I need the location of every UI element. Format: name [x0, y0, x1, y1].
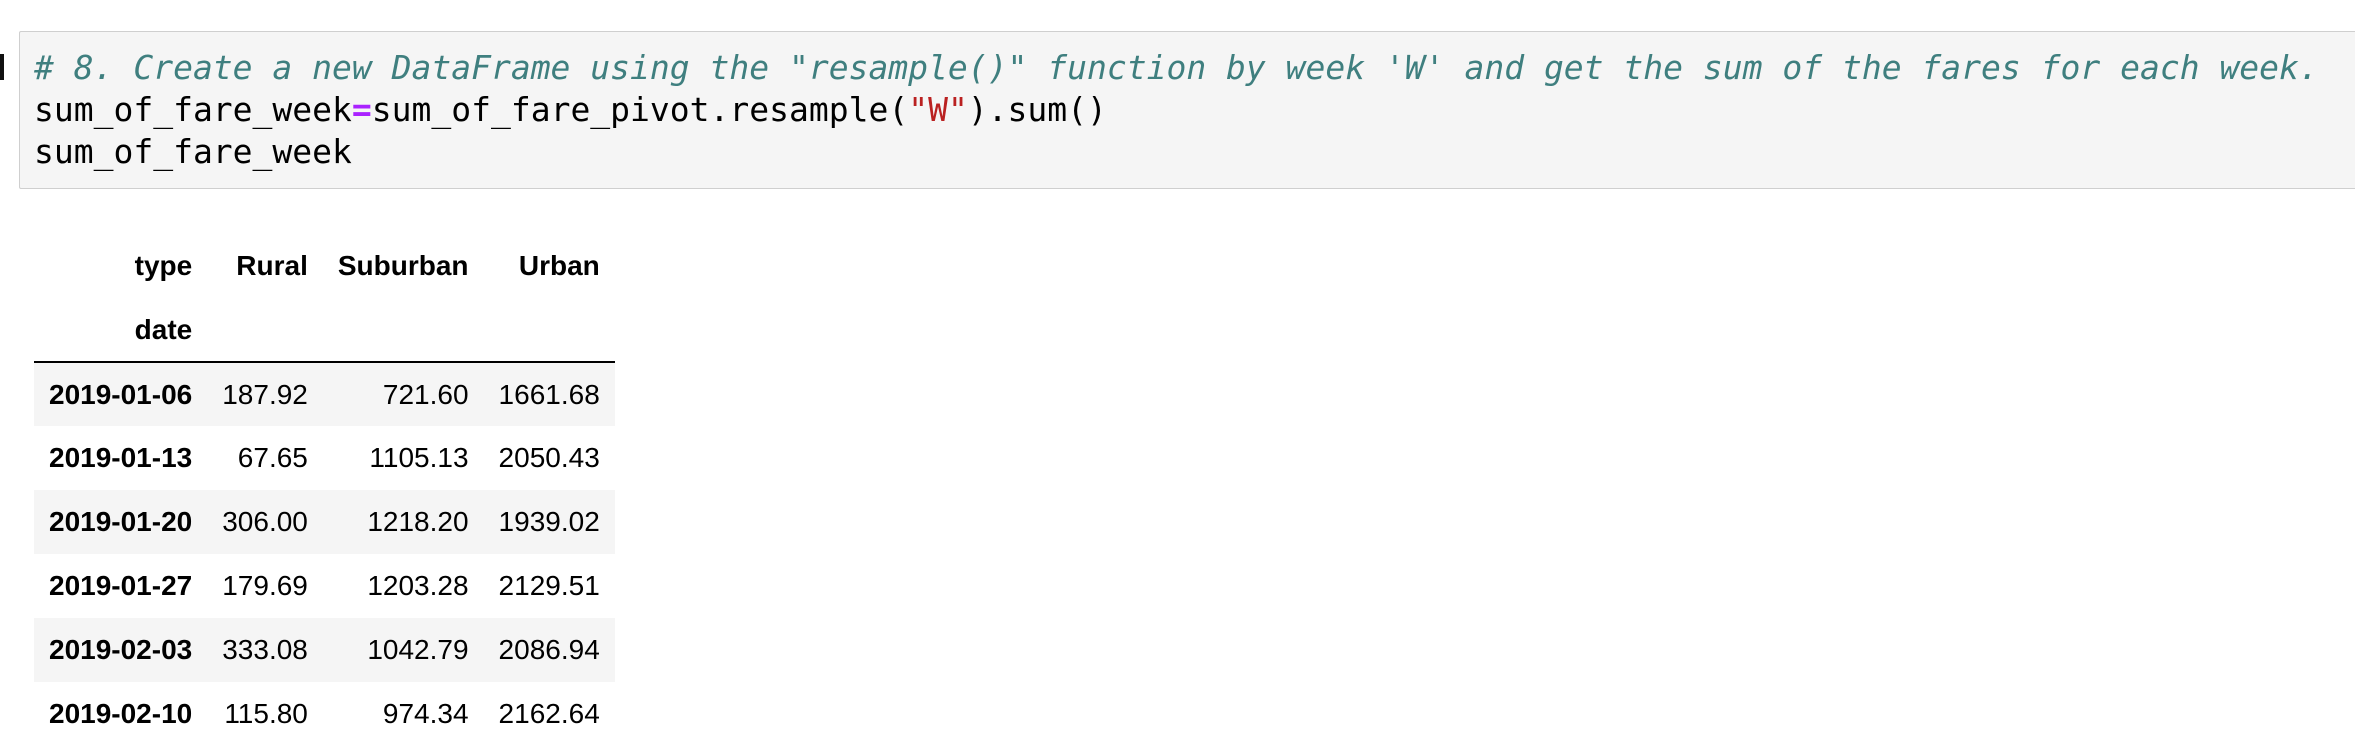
code-line-3: sum_of_fare_week [34, 132, 352, 171]
cell-urban: 2162.64 [498, 698, 600, 729]
columns-name-header: type [134, 250, 193, 281]
cell-suburban: 721.60 [382, 378, 469, 410]
row-index-date: 2019-01-27 [49, 570, 193, 601]
cell-suburban: 1203.28 [367, 570, 469, 601]
cell-suburban: 1042.79 [367, 634, 469, 665]
code-line-1: # 8. Create a new DataFrame using the "r… [34, 47, 2319, 89]
code-comment: # 8. Create a new DataFrame using the "r… [34, 48, 2319, 87]
column-header-row: type Rural Suburban Urban [34, 234, 615, 298]
code-expression-prefix: sum_of_fare_pivot.resample( [371, 90, 909, 129]
code-string-literal: "W" [908, 90, 968, 129]
cell-urban: 2050.43 [498, 442, 600, 473]
row-index-date: 2019-01-20 [49, 506, 193, 537]
row-index-date: 2019-02-10 [49, 698, 193, 729]
column-header-rural: Rural [236, 250, 308, 281]
code-expression-suffix: ).sum() [967, 90, 1107, 129]
code-line-2: sum_of_fare_week=sum_of_fare_pivot.resam… [34, 89, 2319, 131]
cell-rural: 67.65 [237, 442, 308, 473]
cell-urban: 2129.51 [498, 570, 600, 601]
cell-selection-indicator [0, 54, 4, 80]
code-variable: sum_of_fare_week [34, 90, 352, 129]
cell-rural: 179.69 [222, 570, 308, 601]
cell-rural: 115.80 [224, 698, 308, 729]
cell-rural: 306.00 [222, 506, 308, 537]
code-assign-operator: = [351, 90, 372, 129]
table-row: 2019-01-06 187.92 721.60 1661.68 [34, 362, 615, 426]
table-row: 2019-02-10 115.80 974.34 2162.64 [34, 682, 615, 746]
index-name-row: date [34, 298, 615, 363]
cell-rural: 333.08 [222, 634, 308, 665]
code-cell-editor[interactable]: # 8. Create a new DataFrame using the "r… [19, 31, 2355, 189]
table-row: 2019-01-27 179.69 1203.28 2129.51 [34, 554, 615, 618]
cell-suburban: 974.34 [382, 698, 469, 729]
dataframe-output-table: type Rural Suburban Urban date 2019-01-0… [34, 234, 615, 746]
empty-header-cell [483, 298, 615, 363]
index-name-header: date [34, 298, 208, 363]
column-header-urban: Urban [518, 250, 600, 281]
table-row: 2019-01-20 306.00 1218.20 1939.02 [34, 490, 615, 554]
empty-header-cell [207, 298, 323, 363]
cell-rural: 187.92 [222, 378, 308, 410]
cell-suburban: 1218.20 [367, 506, 469, 537]
row-index-date: 2019-01-06 [49, 378, 193, 410]
cell-urban: 1939.02 [498, 506, 600, 537]
row-index-date: 2019-01-13 [49, 442, 193, 473]
row-index-date: 2019-02-03 [49, 634, 193, 665]
code-content[interactable]: # 8. Create a new DataFrame using the "r… [34, 47, 2319, 173]
cell-urban: 2086.94 [498, 634, 600, 665]
table-row: 2019-01-13 67.65 1105.13 2050.43 [34, 426, 615, 490]
empty-header-cell [322, 298, 484, 363]
table-row: 2019-02-03 333.08 1042.79 2086.94 [34, 618, 615, 682]
cell-urban: 1661.68 [498, 378, 600, 410]
column-header-suburban: Suburban [337, 250, 469, 281]
cell-suburban: 1105.13 [369, 442, 469, 473]
